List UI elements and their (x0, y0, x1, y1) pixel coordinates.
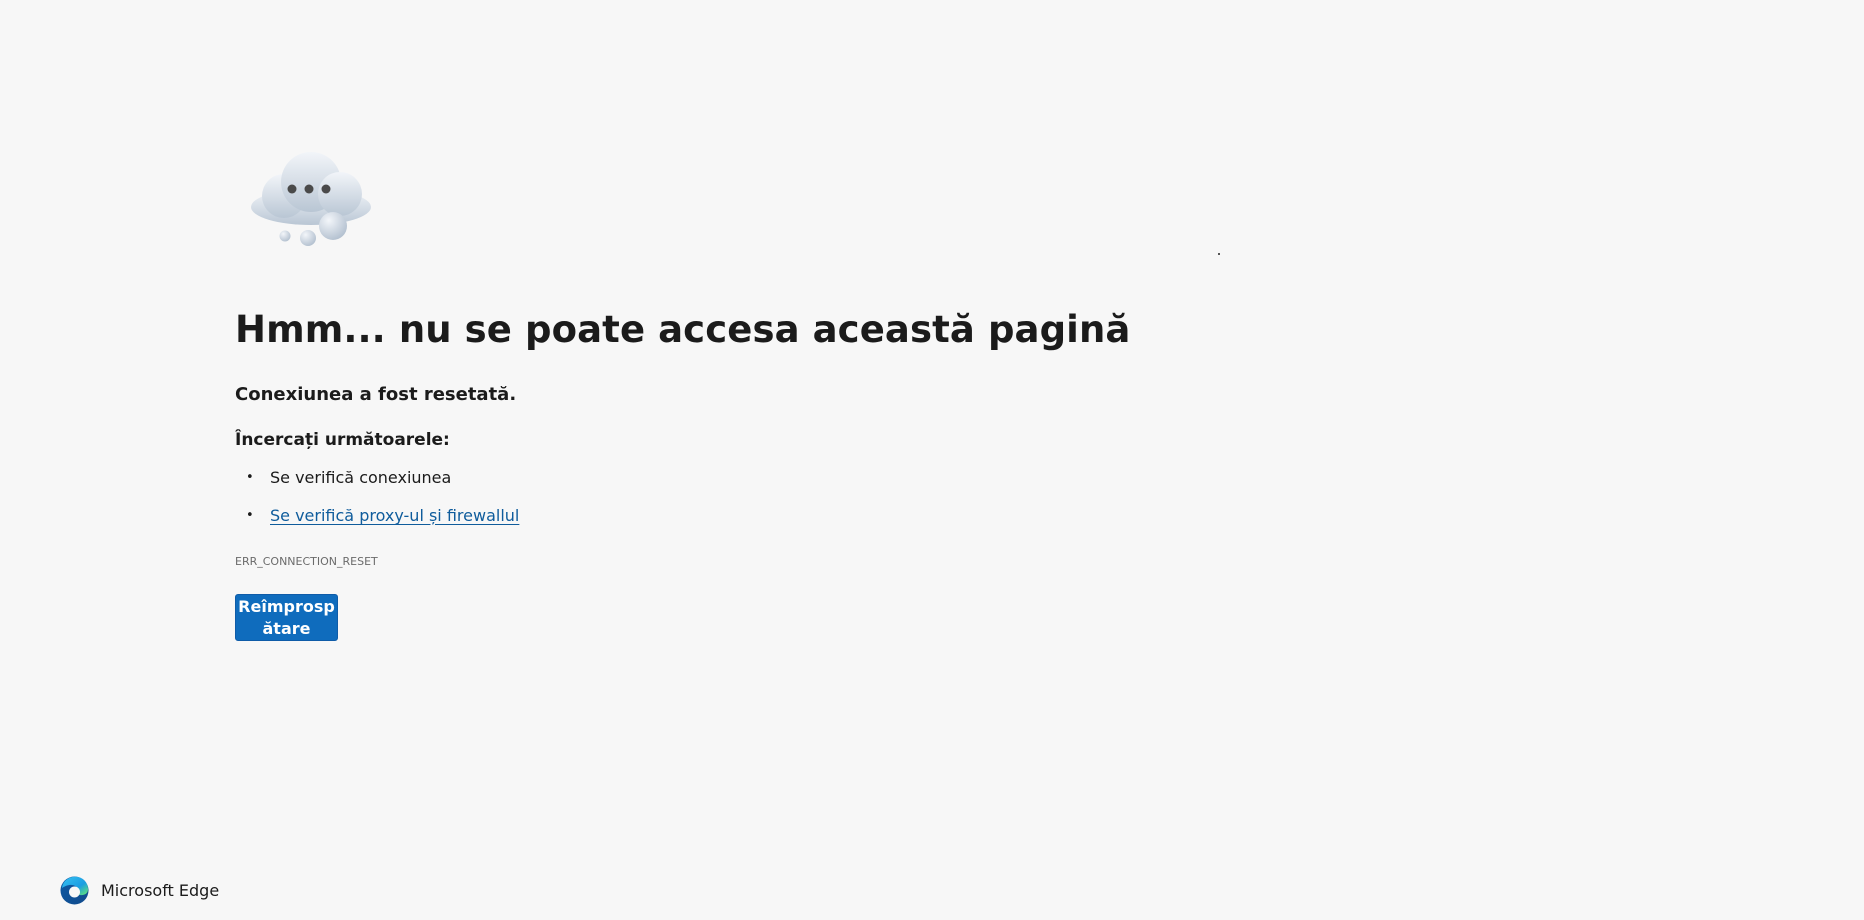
error-page: Hmm... nu se poate accesa această pagină… (0, 0, 1864, 920)
stray-dot (1218, 253, 1220, 255)
error-description: Conexiunea a fost resetată. (235, 384, 517, 405)
refresh-button[interactable]: Reîmprospătare (235, 594, 338, 641)
brand-name: Microsoft Edge (101, 880, 220, 900)
check-connection-text: Se verifică conexiunea (270, 468, 452, 487)
bullet-icon: • (246, 470, 254, 485)
thinking-cloud-icon (251, 152, 371, 246)
browser-branding: Microsoft Edge (60, 875, 219, 905)
page-title: Hmm... nu se poate accesa această pagină (235, 308, 1131, 351)
error-code: ERR_CONNECTION_RESET (235, 555, 378, 568)
check-proxy-firewall-link[interactable]: Se verifică proxy-ul și firewallul (270, 506, 519, 525)
microsoft-edge-logo (60, 876, 89, 904)
suggestions-heading: Încercați următoarele: (235, 430, 450, 450)
bullet-icon: • (246, 508, 254, 523)
